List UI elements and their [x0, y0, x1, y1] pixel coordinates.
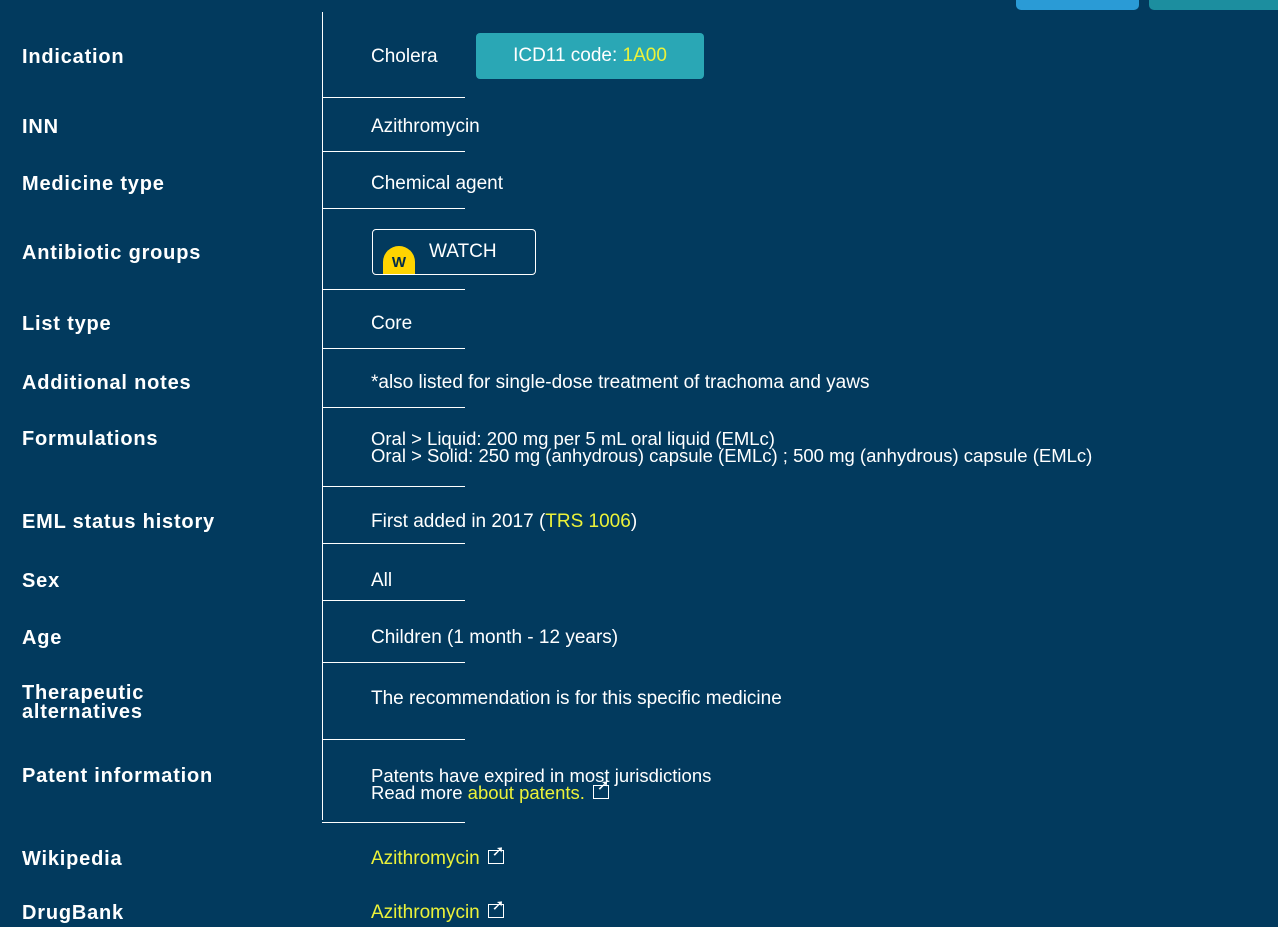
row-separator — [322, 822, 465, 823]
list-type-label: List type — [22, 313, 112, 335]
row-separator — [322, 543, 465, 544]
row-separator — [322, 97, 465, 98]
patent-information-label: Patent information — [22, 765, 214, 787]
drugbank-label: DrugBank — [22, 902, 124, 924]
drugbank-link[interactable]: Azithromycin — [371, 902, 480, 923]
row-separator — [322, 600, 465, 601]
list-type-value: Core — [371, 313, 413, 334]
aware-watch-badge[interactable]: W WATCH — [372, 229, 536, 275]
medicine-type-value: Chemical agent — [371, 173, 504, 194]
row-separator — [322, 407, 465, 408]
additional-notes-value: *also listed for single-dose treatment o… — [371, 372, 870, 393]
inn-value: Azithromycin — [371, 116, 480, 137]
icd-code-badge[interactable]: ICD11 code: 1A00 — [476, 33, 704, 79]
drugbank-value: Azithromycin — [371, 896, 504, 923]
eml-status-label: EML status history — [22, 511, 215, 533]
row-separator — [322, 289, 465, 290]
about-patents-link[interactable]: about patents. — [468, 782, 585, 803]
wikipedia-label: Wikipedia — [22, 848, 123, 870]
sex-label: Sex — [22, 570, 60, 592]
age-label: Age — [22, 627, 63, 649]
additional-notes-label: Additional notes — [22, 372, 192, 394]
row-separator — [322, 486, 465, 487]
therapeutic-alternatives-label: Therapeutic alternatives — [22, 683, 144, 723]
medicine-type-label: Medicine type — [22, 173, 165, 195]
row-separator — [322, 151, 465, 152]
icd-code[interactable]: 1A00 — [623, 45, 667, 66]
icd-prefix: ICD11 code: — [513, 45, 623, 66]
row-separator — [322, 739, 465, 740]
trs-link[interactable]: TRS 1006 — [545, 511, 631, 532]
patent-read-more: Read more — [371, 782, 468, 803]
external-link-icon[interactable] — [592, 777, 609, 800]
wikipedia-value: Azithromycin — [371, 842, 504, 869]
top-action-button-1[interactable] — [1016, 0, 1139, 10]
formulations-value: Oral > Liquid: 200 mg per 5 mL oral liqu… — [371, 429, 1093, 466]
patent-information-value: Patents have expired in most jurisdictio… — [371, 766, 711, 803]
watch-text: WATCH — [429, 241, 497, 262]
therapeutic-alternatives-value: The recommendation is for this specific … — [371, 688, 782, 709]
eml-status-value: First added in 2017 (TRS 1006) — [371, 511, 638, 532]
wikipedia-link[interactable]: Azithromycin — [371, 848, 480, 869]
row-separator — [322, 348, 465, 349]
top-action-button-2[interactable] — [1149, 0, 1278, 10]
external-link-icon[interactable] — [487, 842, 504, 864]
formulations-label: Formulations — [22, 428, 159, 450]
indication-value: Cholera — [371, 46, 438, 67]
indication-label: Indication — [22, 46, 125, 68]
inn-label: INN — [22, 116, 59, 138]
label-line: alternatives — [22, 701, 143, 723]
eml-status-suffix: ) — [630, 511, 638, 532]
watch-letter-icon: W — [383, 246, 415, 274]
row-separator — [322, 662, 465, 663]
age-value: Children (1 month - 12 years) — [371, 627, 619, 648]
sex-value: All — [371, 570, 393, 591]
patent-line: Read more about patents. — [371, 777, 711, 803]
external-link-icon[interactable] — [487, 896, 504, 918]
column-divider — [322, 12, 323, 820]
row-separator — [322, 208, 465, 209]
formulation-line: Oral > Solid: 250 mg (anhydrous) capsule… — [371, 445, 1093, 466]
antibiotic-groups-label: Antibiotic groups — [22, 242, 202, 264]
eml-status-text: First added in 2017 ( — [371, 511, 546, 532]
